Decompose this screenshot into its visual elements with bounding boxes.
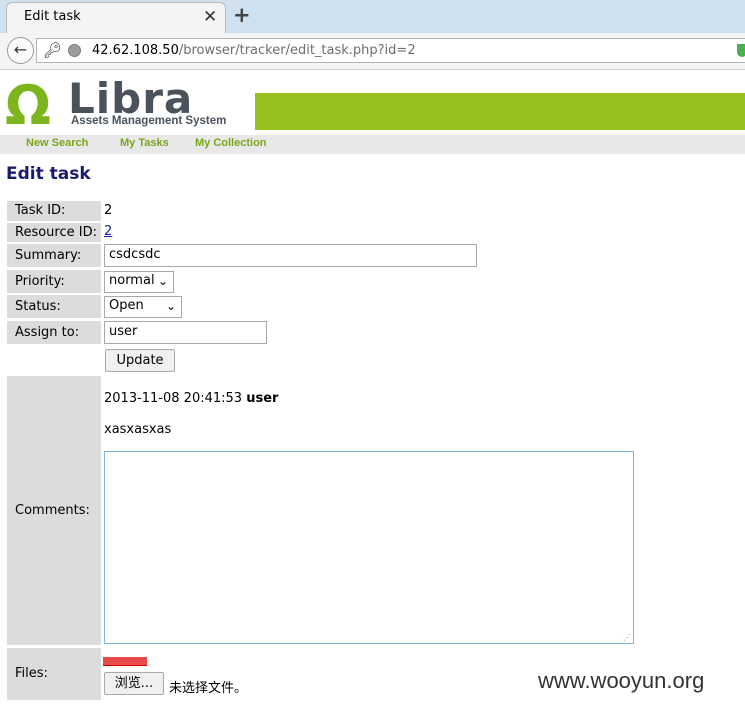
- resource-id-link[interactable]: 2: [104, 224, 112, 239]
- status-label: Status:: [7, 295, 101, 318]
- browser-tab[interactable]: Edit task ✕: [6, 2, 226, 33]
- watermark: www.wooyun.org: [538, 668, 705, 693]
- key-icon[interactable]: 🔑︎: [43, 41, 62, 59]
- menu-my-collection[interactable]: My Collection: [195, 137, 267, 149]
- tab-title: Edit task: [24, 9, 81, 24]
- comment-author: user: [246, 391, 279, 406]
- summary-label: Summary:: [7, 244, 101, 267]
- logo-tagline: Assets Management System: [71, 115, 227, 127]
- back-arrow-icon[interactable]: ←: [7, 37, 34, 64]
- resize-grip-icon[interactable]: ⋰: [623, 633, 631, 642]
- comment-timestamp: 2013-11-08 20:41:53: [104, 391, 243, 406]
- comment-text: xasxasxas: [104, 422, 172, 437]
- browser-nav-bar: ← 🔑︎ 42.62.108.50/browser/tracker/edit_t…: [0, 33, 745, 70]
- status-select[interactable]: Open ⌄: [104, 296, 182, 318]
- resource-id-label: Resource ID:: [7, 223, 101, 242]
- browse-button[interactable]: 浏览...: [104, 672, 164, 695]
- close-tab-icon[interactable]: ✕: [203, 7, 217, 27]
- globe-icon[interactable]: [68, 44, 81, 57]
- task-id-value: 2: [104, 203, 113, 218]
- chevron-down-icon: ⌄: [165, 299, 176, 313]
- shield-icon[interactable]: [737, 44, 745, 57]
- chevron-down-icon: ⌄: [157, 274, 168, 288]
- new-tab-icon[interactable]: +: [233, 3, 251, 27]
- url-path: /browser/tracker/edit_task.php?id=2: [178, 43, 416, 58]
- menu-my-tasks[interactable]: My Tasks: [120, 137, 169, 149]
- menu-new-search[interactable]: New Search: [26, 137, 88, 149]
- assign-input[interactable]: user: [104, 321, 267, 344]
- url-host: 42.62.108.50: [92, 43, 179, 58]
- no-file-selected-text: 未选择文件。: [169, 681, 248, 696]
- priority-label: Priority:: [7, 270, 101, 293]
- browser-tab-strip: Edit task ✕ +: [0, 0, 745, 33]
- files-label: Files:: [7, 648, 101, 700]
- site-menu: New Search My Tasks My Collection: [0, 135, 745, 154]
- task-id-label: Task ID:: [7, 201, 101, 221]
- comments-label: Comments:: [7, 376, 101, 645]
- address-bar[interactable]: 🔑︎ 42.62.108.50/browser/tracker/edit_tas…: [36, 38, 745, 63]
- libra-omega-logo-icon: Ω: [5, 74, 51, 137]
- page-title: Edit task: [6, 164, 91, 184]
- update-button[interactable]: Update: [105, 349, 175, 372]
- priority-select[interactable]: normal ⌄: [104, 271, 174, 293]
- status-selected-value: Open: [109, 298, 144, 313]
- summary-input[interactable]: csdcsdc: [104, 244, 477, 267]
- assign-label: Assign to:: [7, 321, 101, 344]
- comment-meta: 2013-11-08 20:41:53 user: [104, 391, 278, 406]
- comment-textarea[interactable]: ⋰: [104, 451, 634, 644]
- url-text[interactable]: 42.62.108.50/browser/tracker/edit_task.p…: [92, 43, 416, 58]
- header-green-bar: [255, 93, 745, 130]
- priority-selected-value: normal: [109, 273, 155, 288]
- redacted-file-link[interactable]: [103, 657, 147, 666]
